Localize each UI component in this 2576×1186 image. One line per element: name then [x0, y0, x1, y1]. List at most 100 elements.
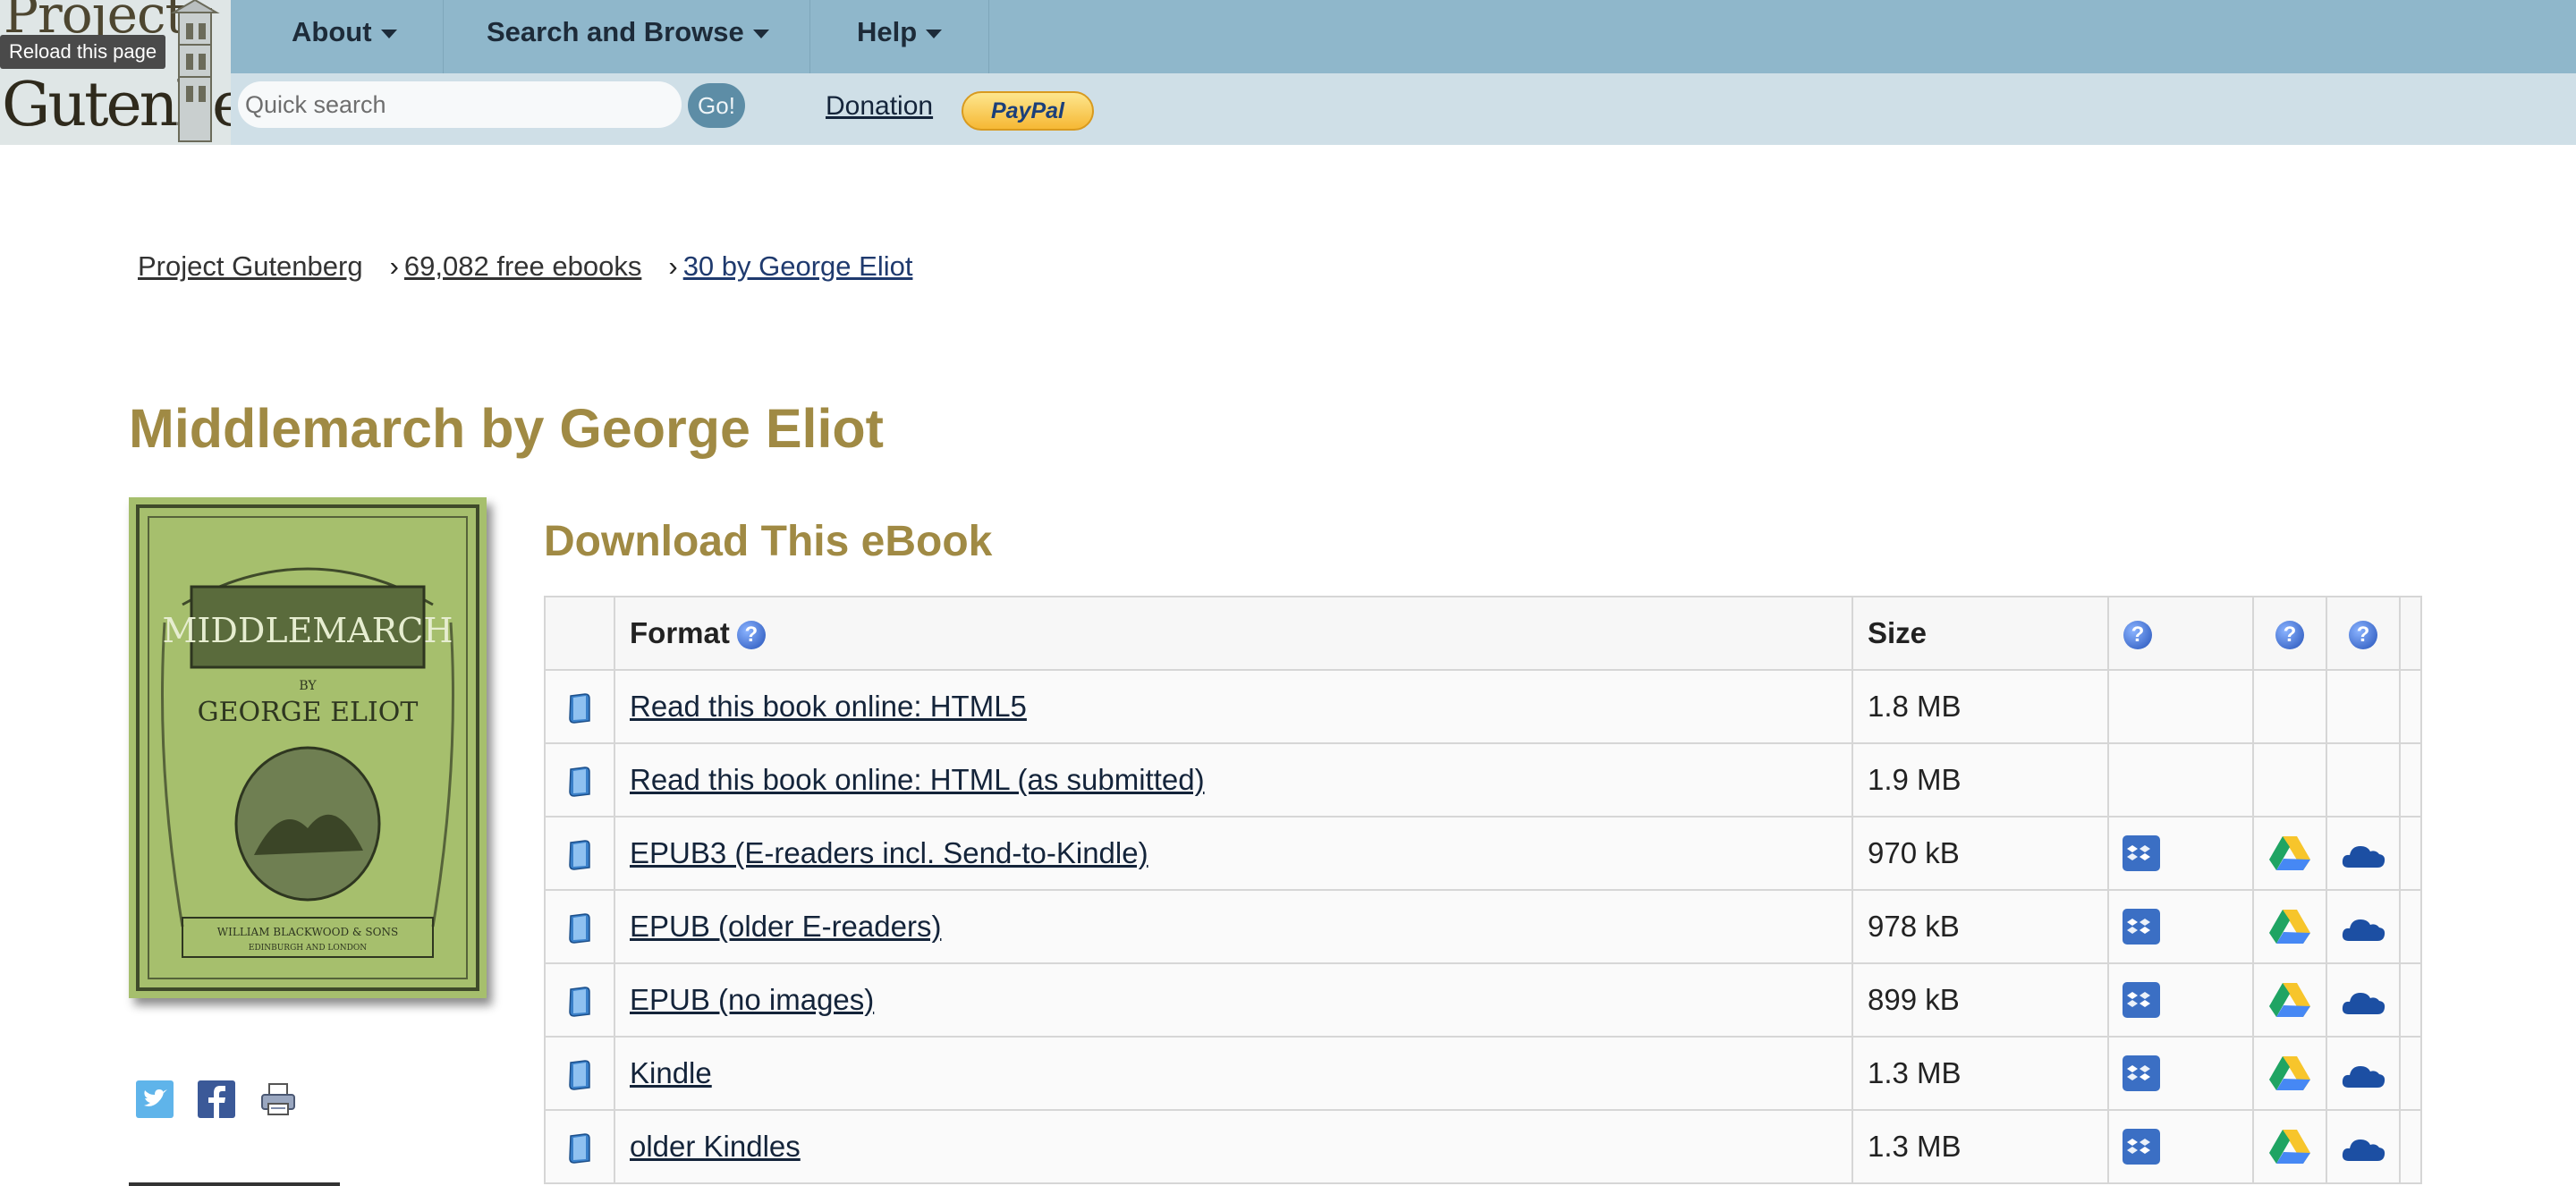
format-cell: Kindle	[614, 1036, 1853, 1111]
cover-publisher-text: WILLIAM BLACKWOOD & SONS	[217, 926, 398, 938]
donation-link[interactable]: Donation	[826, 91, 933, 122]
onedrive-cell	[2326, 1036, 2401, 1111]
twitter-icon[interactable]	[136, 1080, 174, 1118]
breadcrumb-author[interactable]: 30 by George Eliot	[683, 250, 913, 282]
book-cover-image[interactable]: MIDDLEMARCH BY GEORGE ELIOT WILLIAM BLAC…	[129, 497, 487, 998]
row-icon-cell	[544, 1109, 615, 1184]
table-row: Read this book online: HTML5 1.8 MB	[544, 669, 2422, 744]
breadcrumb-project-gutenberg[interactable]: Project Gutenberg	[138, 250, 363, 282]
print-icon[interactable]	[259, 1080, 297, 1118]
breadcrumb: Project Gutenberg › 69,082 free ebooks › 30 …	[138, 250, 912, 283]
download-table-body: Read this book online: HTML5 1.8 MB Read t…	[544, 669, 2422, 1184]
column-dropbox: ?	[2107, 596, 2254, 671]
format-link[interactable]: Read this book online: HTML5	[630, 690, 1027, 723]
dropbox-cell	[2107, 669, 2254, 744]
format-cell: older Kindles	[614, 1109, 1853, 1184]
dropbox-cell	[2107, 889, 2254, 964]
chevron-down-icon	[752, 29, 769, 38]
size-cell: 978 kB	[1852, 889, 2109, 964]
download-table-header: Format? Size ? ? ?	[544, 596, 2422, 671]
format-cell: EPUB (no images)	[614, 962, 1853, 1038]
column-onedrive: ?	[2326, 596, 2401, 671]
project-gutenberg-logo[interactable]: Project Gutenberg	[0, 0, 231, 145]
table-row: older Kindles 1.3 MB	[544, 1109, 2422, 1184]
book-icon	[569, 912, 590, 944]
paypal-button[interactable]: PayPal	[962, 91, 1094, 131]
onedrive-cell	[2326, 742, 2401, 817]
download-section-title: Download This eBook	[544, 518, 993, 565]
format-cell: Read this book online: HTML5	[614, 669, 1853, 744]
header-icon-cell	[544, 596, 615, 671]
nav-search-label: Search and Browse	[487, 16, 744, 47]
onedrive-icon[interactable]	[2340, 1132, 2386, 1165]
format-link[interactable]: Read this book online: HTML (as submitte…	[630, 763, 1205, 796]
column-size: Size	[1852, 596, 2109, 671]
cover-place-text: EDINBURGH AND LONDON	[249, 944, 367, 953]
nav-about[interactable]: About	[231, 0, 444, 73]
nav-search-and-browse[interactable]: Search and Browse	[444, 0, 810, 73]
breadcrumb-free-ebooks[interactable]: 69,082 free ebooks	[404, 250, 641, 282]
google-drive-icon[interactable]	[2268, 1055, 2311, 1092]
format-link[interactable]: EPUB (older E-readers)	[630, 910, 941, 943]
onedrive-icon[interactable]	[2340, 912, 2386, 945]
dropbox-cell	[2107, 962, 2254, 1038]
help-icon[interactable]: ?	[736, 621, 766, 650]
cover-author-text: GEORGE ELIOT	[198, 697, 419, 728]
onedrive-cell	[2326, 962, 2401, 1038]
table-spacer-cell	[2399, 962, 2422, 1038]
google-drive-icon[interactable]	[2268, 834, 2311, 872]
dropbox-icon[interactable]	[2122, 981, 2161, 1019]
format-link[interactable]: EPUB3 (E-readers incl. Send-to-Kindle)	[630, 836, 1148, 869]
dropbox-icon[interactable]	[2122, 908, 2161, 945]
dropbox-icon[interactable]	[2122, 1128, 2161, 1165]
format-link[interactable]: older Kindles	[630, 1130, 801, 1163]
table-spacer-cell	[2399, 1036, 2422, 1111]
book-icon	[569, 1132, 590, 1164]
help-icon[interactable]: ?	[2275, 621, 2304, 650]
help-icon[interactable]: ?	[2123, 621, 2152, 650]
format-cell: EPUB (older E-readers)	[614, 889, 1853, 964]
table-row: EPUB (older E-readers) 978 kB	[544, 889, 2422, 964]
book-icon	[569, 1059, 590, 1090]
size-cell: 1.8 MB	[1852, 669, 2109, 744]
onedrive-icon[interactable]	[2340, 839, 2386, 871]
dropbox-icon[interactable]	[2122, 1055, 2161, 1092]
cutoff-element	[129, 1182, 340, 1186]
table-spacer-cell	[2399, 1109, 2422, 1184]
book-icon	[569, 766, 590, 797]
onedrive-cell	[2326, 669, 2401, 744]
onedrive-icon[interactable]	[2340, 986, 2386, 1018]
google-drive-icon[interactable]	[2268, 908, 2311, 945]
dropbox-icon[interactable]	[2122, 834, 2161, 872]
gdrive-cell	[2252, 742, 2327, 817]
format-link[interactable]: Kindle	[630, 1056, 712, 1089]
format-cell: EPUB3 (E-readers incl. Send-to-Kindle)	[614, 816, 1853, 891]
help-icon[interactable]: ?	[2349, 621, 2377, 650]
onedrive-icon[interactable]	[2340, 1059, 2386, 1091]
table-row: EPUB3 (E-readers incl. Send-to-Kindle) 97…	[544, 816, 2422, 891]
breadcrumb-separator: ›	[668, 250, 678, 282]
go-button[interactable]: Go!	[688, 83, 745, 128]
cover-by-text: BY	[299, 679, 317, 693]
site-header: Project Gutenberg Reload this page About…	[0, 0, 2576, 145]
table-spacer-cell	[2399, 816, 2422, 891]
breadcrumb-separator: ›	[389, 250, 399, 282]
table-spacer-cell	[2399, 669, 2422, 744]
gdrive-cell	[2252, 669, 2327, 744]
quick-search-input[interactable]	[238, 81, 682, 128]
dropbox-cell	[2107, 816, 2254, 891]
facebook-icon[interactable]	[198, 1080, 235, 1118]
google-drive-icon[interactable]	[2268, 981, 2311, 1019]
gdrive-cell	[2252, 889, 2327, 964]
nav-help[interactable]: Help	[810, 0, 989, 73]
dropbox-cell	[2107, 1036, 2254, 1111]
table-spacer-cell	[2399, 596, 2422, 671]
reload-tooltip: Reload this page	[0, 35, 166, 69]
page-title: Middlemarch by George Eliot	[129, 398, 884, 459]
size-cell: 1.3 MB	[1852, 1036, 2109, 1111]
format-link[interactable]: EPUB (no images)	[630, 983, 874, 1016]
table-spacer-cell	[2399, 742, 2422, 817]
google-drive-icon[interactable]	[2268, 1128, 2311, 1165]
logo-tower-icon	[170, 0, 220, 142]
download-table: Format? Size ? ? ? Read this book online…	[544, 596, 2422, 1184]
